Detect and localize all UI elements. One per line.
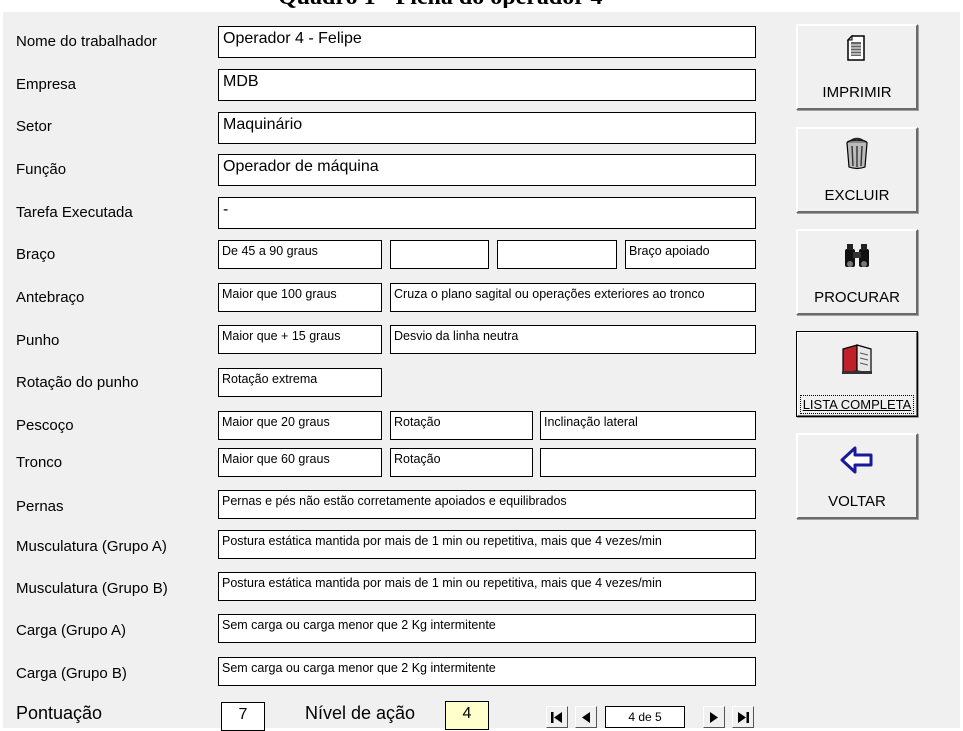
antebraco-field-1[interactable]: Maior que 100 graus [218,283,382,312]
pernas-field[interactable]: Pernas e pés não estão corretamente apoi… [218,490,756,519]
empresa-field[interactable]: MDB [218,69,756,101]
musc-b-field[interactable]: Postura estática mantida por mais de 1 m… [218,572,756,601]
tronco-field-2[interactable]: Rotação [390,448,533,477]
next-record-icon [710,712,718,723]
carga-b-field[interactable]: Sem carga ou carga menor que 2 Kg interm… [218,657,756,686]
trash-icon [798,137,916,171]
book-icon [798,341,916,375]
setor-field[interactable]: Maquinário [218,112,756,144]
last-record-button[interactable] [732,706,754,728]
label-tarefa: Tarefa Executada [16,204,133,221]
punho-field-2[interactable]: Desvio da linha neutra [390,325,756,354]
excluir-button[interactable]: EXCLUIR [796,127,918,213]
previous-record-icon [582,712,590,723]
imprimir-button[interactable]: IMPRIMIR [796,24,918,110]
voltar-button[interactable]: VOLTAR [796,433,918,519]
nome-field[interactable]: Operador 4 - Felipe [218,26,756,58]
printer-icon [798,34,916,68]
excluir-button-label: EXCLUIR [824,187,890,204]
braco-field-3[interactable] [497,240,617,269]
label-empresa: Empresa [16,76,77,93]
braco-field-1[interactable]: De 45 a 90 graus [218,240,382,269]
lista-completa-button-label: LISTA COMPLETA [798,395,916,414]
page-title: Quadro 1 - Ficha do operador 4 [278,0,602,8]
pescoco-field-2[interactable]: Rotação [390,411,533,440]
procurar-button-label: PROCURAR [814,289,900,306]
lista-completa-button[interactable]: LISTA COMPLETA [796,331,918,417]
label-pescoco: Pescoço [16,417,74,434]
braco-field-2[interactable] [390,240,489,269]
procurar-button[interactable]: PROCURAR [796,229,918,315]
last-record-icon [738,712,749,723]
label-carga-b: Carga (Grupo B) [16,665,127,682]
label-tronco: Tronco [16,454,63,471]
label-braco: Braço [16,246,56,263]
carga-a-field[interactable]: Sem carga ou carga menor que 2 Kg interm… [218,614,756,643]
pescoco-field-3[interactable]: Inclinação lateral [540,411,756,440]
funcao-field[interactable]: Operador de máquina [218,154,756,186]
label-antebraco: Antebraço [16,289,85,306]
tarefa-field[interactable]: - [218,197,756,229]
label-setor: Setor [16,118,52,135]
previous-record-button[interactable] [575,706,597,728]
antebraco-field-2[interactable]: Cruza o plano sagital ou operações exter… [390,283,756,312]
punho-field-1[interactable]: Maior que + 15 graus [218,325,382,354]
label-rotacao-punho: Rotação do punho [16,374,139,391]
first-record-button[interactable] [546,706,568,728]
lista-completa-text: LISTA COMPLETA [799,395,915,414]
label-pernas: Pernas [16,498,64,515]
voltar-button-label: VOLTAR [828,493,886,510]
label-musc-a: Musculatura (Grupo A) [16,538,167,555]
label-carga-a: Carga (Grupo A) [16,622,127,639]
page-title-strip: Quadro 1 - Ficha do operador 4 [0,0,963,8]
pontuacao-value: 7 [221,702,265,731]
record-counter[interactable]: 4 de 5 [605,706,685,728]
next-record-button[interactable] [703,706,725,728]
label-funcao: Função [16,161,67,178]
tronco-field-3[interactable] [540,448,756,477]
label-nome: Nome do trabalhador [16,33,157,50]
pontuacao-label: Pontuação [16,703,103,723]
label-musc-b: Musculatura (Grupo B) [16,580,168,597]
first-record-icon [551,712,562,723]
nivel-acao-label: Nível de ação [305,703,416,723]
pescoco-field-1[interactable]: Maior que 20 graus [218,411,382,440]
musc-a-field[interactable]: Postura estática mantida por mais de 1 m… [218,530,756,559]
back-arrow-icon [798,443,916,477]
imprimir-button-label: IMPRIMIR [822,84,892,101]
label-punho: Punho [16,332,60,349]
binoculars-icon [798,239,916,273]
rotacao-punho-field[interactable]: Rotação extrema [218,368,382,397]
nivel-acao-value: 4 [445,701,489,730]
tronco-field-1[interactable]: Maior que 60 graus [218,448,382,477]
braco-field-4[interactable]: Braço apoiado [625,240,756,269]
